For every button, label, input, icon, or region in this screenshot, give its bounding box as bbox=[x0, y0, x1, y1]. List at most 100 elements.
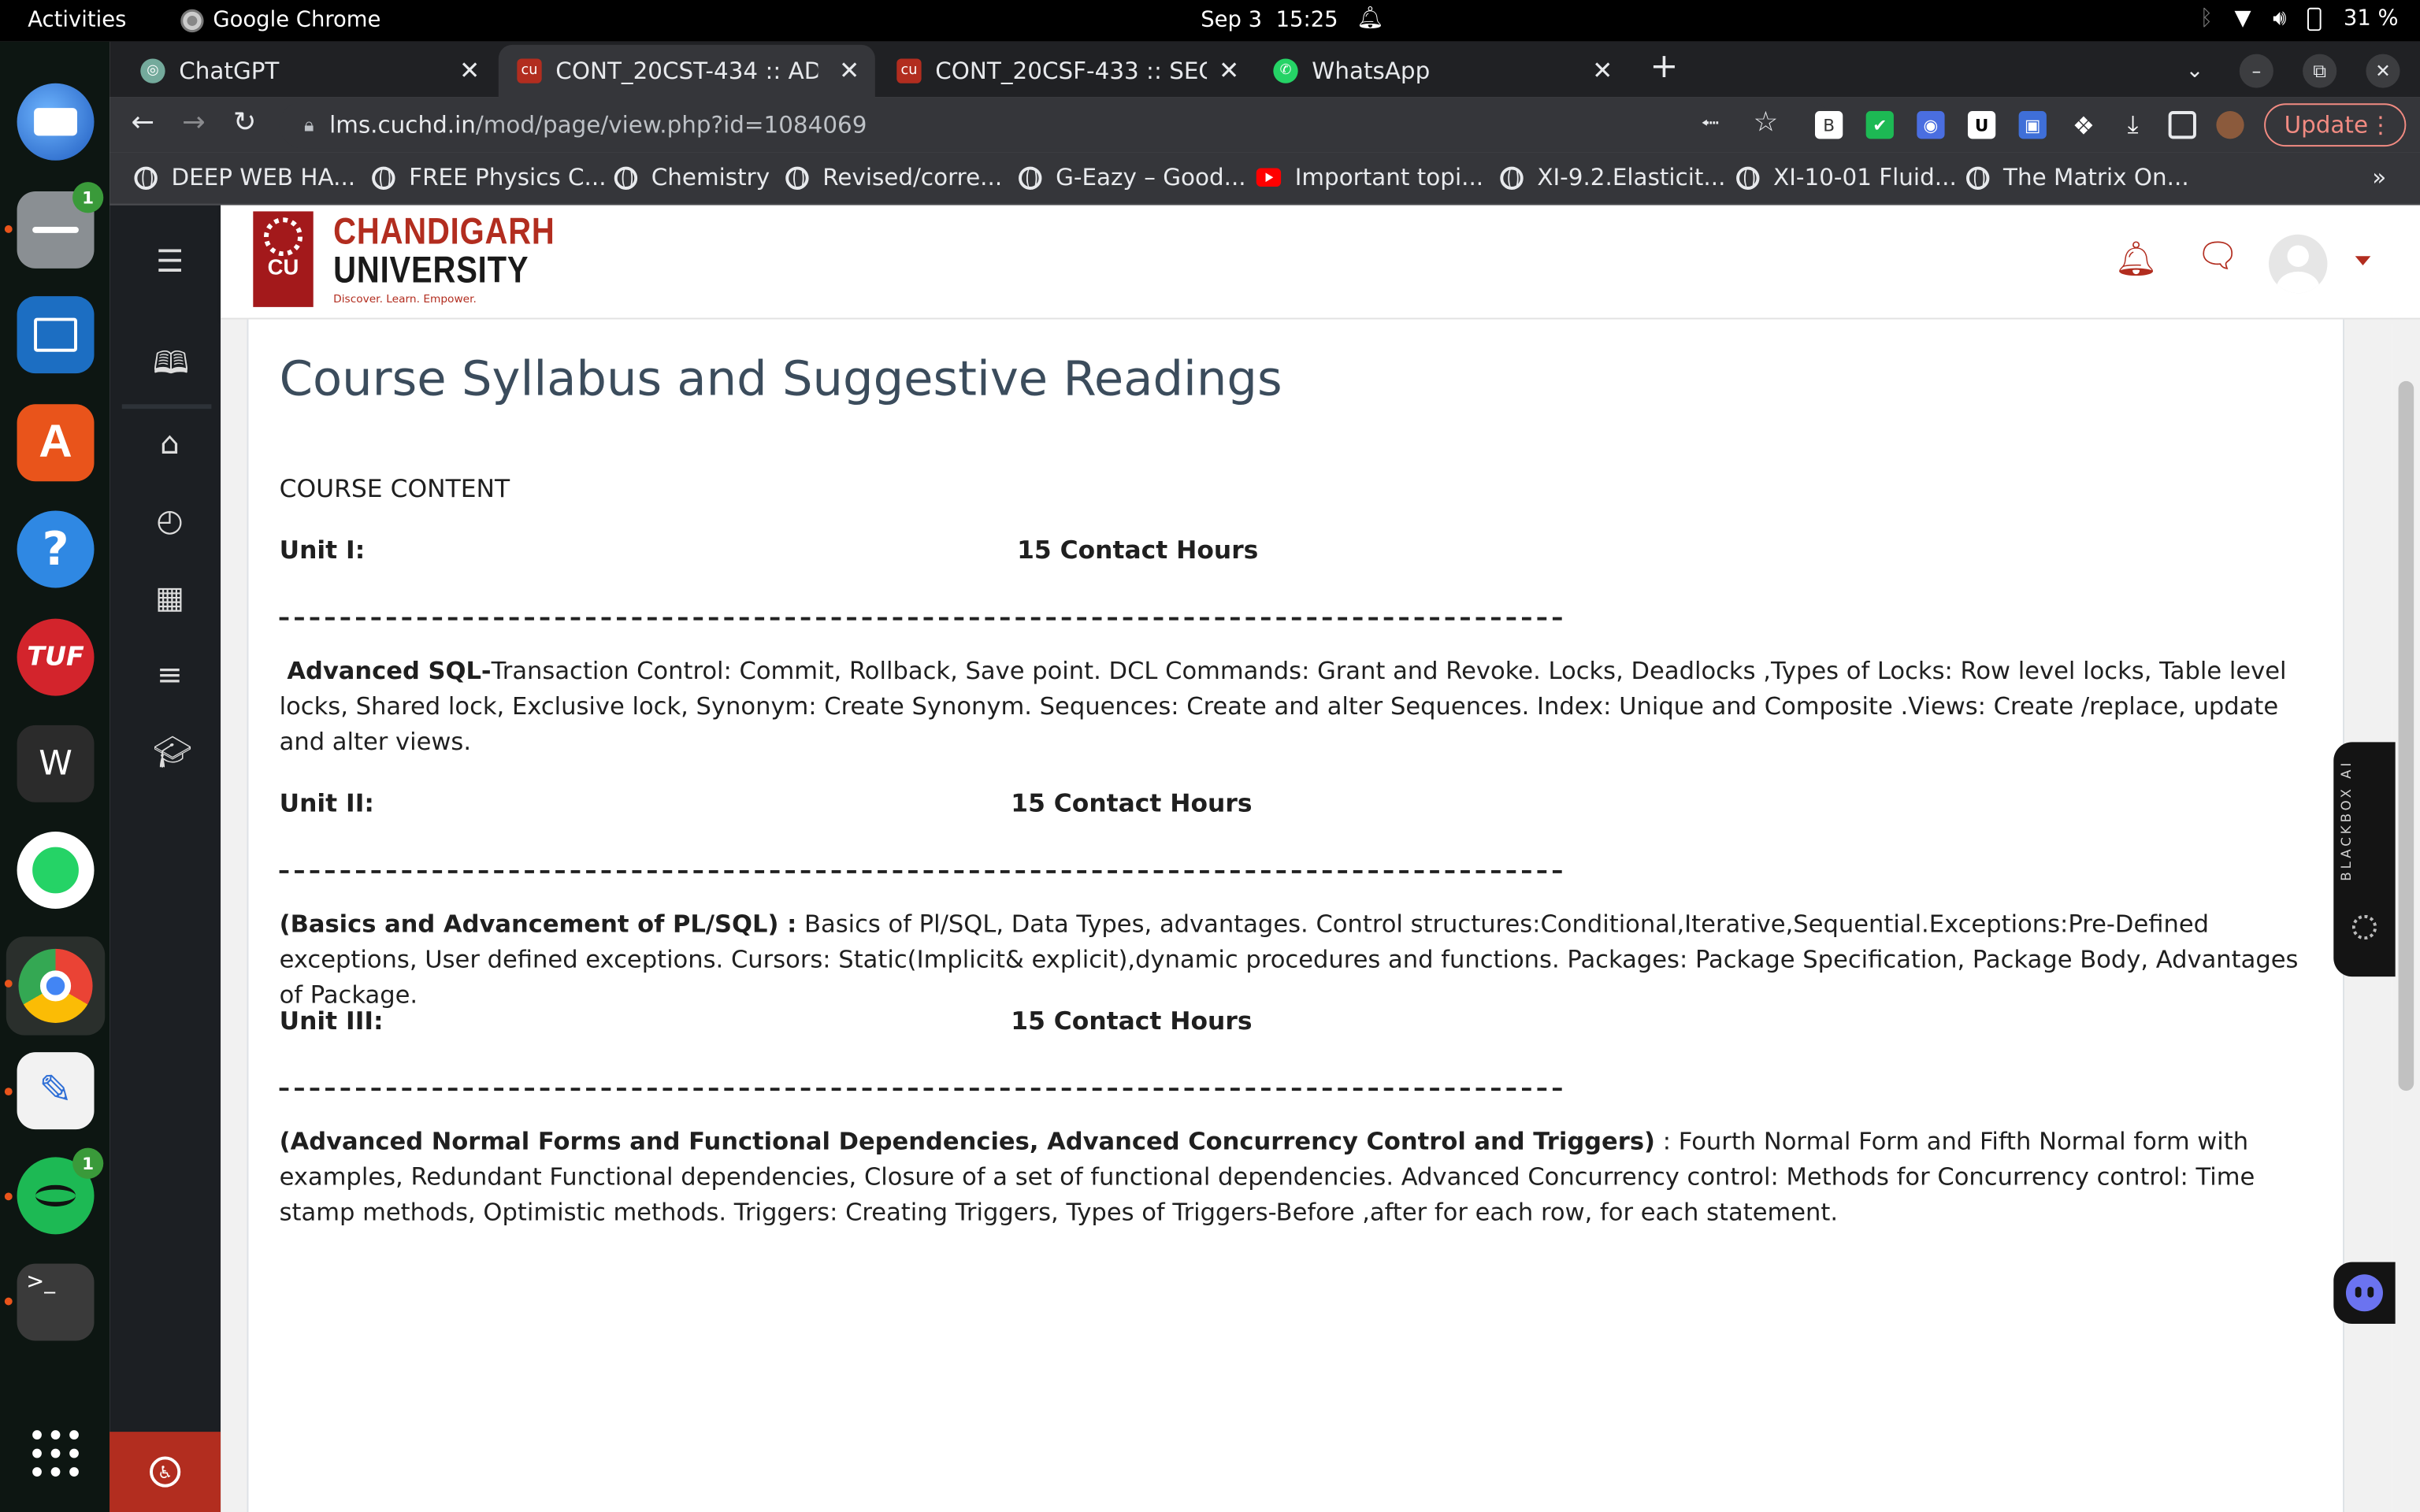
tab-cont-433[interactable]: cu CONT_20CSF-433 :: SECUR ✕ bbox=[878, 45, 1255, 98]
lms-nav-drawer: ☰ 🕮︎ ⌂ ◴ ▦ ≡ 🎓︎ ♿︎ bbox=[109, 205, 221, 1512]
system-tray[interactable]: ᛒ ▼ 🔊︎ 31 % bbox=[2200, 6, 2399, 31]
files-icon[interactable]: 1 bbox=[17, 182, 104, 269]
impress-icon[interactable] bbox=[17, 296, 95, 374]
unit-1-body: Transaction Control: Commit, Rollback, S… bbox=[279, 657, 2287, 757]
scrollbar-thumb[interactable] bbox=[2398, 380, 2414, 1091]
activities-button[interactable]: Activities bbox=[28, 8, 126, 32]
drawer-divider bbox=[121, 404, 212, 410]
unit-2-description: (Basics and Advancement of PL/SQL) : Bas… bbox=[280, 907, 2302, 1014]
notifications-bell-icon[interactable]: 🔔︎ bbox=[2114, 241, 2158, 280]
home-icon[interactable]: ⌂ bbox=[153, 424, 187, 461]
writer-icon[interactable]: W bbox=[17, 724, 95, 802]
battery-icon bbox=[2307, 6, 2322, 31]
user-avatar[interactable] bbox=[2269, 234, 2328, 294]
active-app-menu[interactable]: Google Chrome bbox=[180, 8, 380, 32]
terminal-icon[interactable]: >_ bbox=[17, 1263, 95, 1341]
unit-3-label: Unit III: bbox=[279, 1006, 384, 1036]
back-arrow-icon[interactable]: ← bbox=[132, 106, 155, 139]
profile-avatar-icon[interactable] bbox=[2216, 111, 2244, 139]
minimize-button[interactable]: – bbox=[2239, 54, 2273, 88]
bookmark-item[interactable]: DEEP WEB HA... bbox=[134, 164, 355, 191]
user-menu-caret-icon[interactable] bbox=[2355, 256, 2371, 265]
reload-icon[interactable]: ↻ bbox=[233, 106, 257, 139]
notification-bell-icon[interactable]: 🔔︎ bbox=[1357, 6, 1384, 31]
show-applications-icon[interactable] bbox=[17, 1415, 95, 1492]
chatbot-button[interactable] bbox=[2333, 1262, 2396, 1324]
spotify-badge: 1 bbox=[72, 1147, 104, 1179]
bookmark-item[interactable]: XI-10-01 Fluid... bbox=[1736, 164, 1957, 191]
tab-close-icon[interactable]: ✕ bbox=[839, 56, 859, 85]
bookmark-item[interactable]: Chemistry bbox=[614, 164, 770, 191]
course-book-icon[interactable]: 🕮︎ bbox=[153, 341, 189, 394]
url-path: /mod/page/view.php?id=1084069 bbox=[475, 111, 867, 139]
site-info-icon[interactable]: 🔒︎ bbox=[304, 113, 314, 136]
tab-whatsapp[interactable]: ✆ WhatsApp ✕ bbox=[1258, 45, 1628, 98]
app-center-icon[interactable]: A bbox=[17, 404, 95, 482]
downloads-icon[interactable]: ⤓ bbox=[2119, 109, 2147, 139]
messages-chat-icon[interactable]: 🗨︎ bbox=[2196, 238, 2240, 276]
share-icon[interactable]: ⭪ bbox=[1701, 106, 1720, 148]
unit-2-divider bbox=[279, 869, 1562, 876]
active-app-name: Google Chrome bbox=[213, 7, 381, 33]
extension-u-icon[interactable]: U bbox=[1967, 111, 1996, 139]
text-editor-running-indicator bbox=[4, 1088, 13, 1096]
bluetooth-icon: ᛒ bbox=[2199, 6, 2214, 32]
close-window-button[interactable]: ✕ bbox=[2366, 54, 2400, 88]
bookmark-label: Chemistry bbox=[651, 163, 770, 191]
globe-icon bbox=[1966, 165, 1990, 190]
logo-line1: CHANDIGARH bbox=[333, 211, 555, 254]
bookmark-item[interactable]: XI-9.2.Elasticit... bbox=[1500, 164, 1725, 191]
course-content-label: COURSE CONTENT bbox=[279, 473, 510, 503]
ubuntu-dock: 1 A ? TUF W ✎ 1 >_ bbox=[0, 41, 110, 1512]
tab-close-icon[interactable]: ✕ bbox=[459, 56, 480, 85]
tab-cont-434[interactable]: cu CONT_20CST-434 :: ADVA ✕ bbox=[498, 44, 875, 98]
graduation-cap-icon[interactable]: 🎓︎ bbox=[153, 733, 192, 770]
tuf-icon[interactable]: TUF bbox=[17, 618, 95, 696]
extension-window-icon[interactable]: ▣ bbox=[2018, 111, 2047, 139]
tab-search-icon[interactable]: ⌄ bbox=[2177, 54, 2211, 88]
tab-close-icon[interactable]: ✕ bbox=[1592, 56, 1613, 85]
tab-close-icon[interactable]: ✕ bbox=[1219, 56, 1239, 85]
side-panel-icon[interactable] bbox=[2168, 111, 2196, 139]
whatsapp-icon[interactable] bbox=[17, 832, 95, 909]
bookmark-label: DEEP WEB HA... bbox=[171, 163, 356, 191]
bookmark-item[interactable]: G-Eazy – Good... bbox=[1019, 164, 1246, 191]
cu-logo-emblem[interactable]: CU bbox=[253, 211, 314, 307]
unit-1-divider bbox=[279, 617, 1562, 624]
hamburger-menu-icon[interactable]: ☰ bbox=[153, 243, 187, 280]
youtube-icon bbox=[1256, 168, 1282, 187]
tab-chatgpt[interactable]: ◎ ChatGPT ✕ bbox=[109, 45, 496, 98]
blackbox-ai-tab[interactable]: BLACKBOX AI bbox=[2333, 742, 2396, 977]
accessibility-button[interactable]: ♿︎ bbox=[109, 1432, 221, 1512]
globe-icon bbox=[785, 165, 809, 190]
address-bar[interactable]: 🔒︎ lms.cuchd.in/mod/page/view.php?id=108… bbox=[279, 102, 1832, 149]
extension-shield-icon[interactable]: ✔ bbox=[1865, 111, 1894, 139]
calendar-icon[interactable]: ▦ bbox=[153, 579, 187, 616]
bookmark-star-icon[interactable]: ☆ bbox=[1754, 106, 1779, 139]
bookmark-item[interactable]: FREE Physics C... bbox=[372, 164, 607, 191]
thunderbird-icon[interactable] bbox=[17, 83, 95, 161]
maximize-button[interactable]: ⧉ bbox=[2303, 54, 2337, 88]
spotify-icon[interactable]: 1 bbox=[17, 1147, 104, 1235]
tab-title: WhatsApp bbox=[1312, 57, 1431, 85]
list-icon[interactable]: ≡ bbox=[153, 656, 187, 693]
update-button[interactable]: Update ⋮ bbox=[2264, 103, 2407, 147]
new-tab-button[interactable]: + bbox=[1650, 48, 1678, 87]
bookmark-item[interactable]: Important topi... bbox=[1256, 164, 1483, 191]
help-icon[interactable]: ? bbox=[17, 510, 95, 588]
forward-arrow-icon[interactable]: → bbox=[182, 106, 206, 139]
extension-b-icon[interactable]: B bbox=[1815, 111, 1843, 139]
chrome-icon[interactable] bbox=[6, 936, 106, 1036]
bookmark-item[interactable]: The Matrix On... bbox=[1966, 164, 2189, 191]
more-menu-icon[interactable]: ⋮ bbox=[2369, 111, 2392, 139]
bookmarks-overflow-icon[interactable]: » bbox=[2372, 164, 2386, 191]
bookmark-label: G-Eazy – Good... bbox=[1056, 163, 1246, 191]
extensions-puzzle-icon[interactable]: ❖ bbox=[2069, 110, 2097, 139]
dashboard-gauge-icon[interactable]: ◴ bbox=[153, 502, 187, 539]
extension-camera-icon[interactable]: ◉ bbox=[1917, 111, 1945, 139]
text-editor-icon[interactable]: ✎ bbox=[17, 1052, 95, 1130]
page-scrollbar[interactable] bbox=[2392, 319, 2420, 1512]
clock[interactable]: Sep 3 15:25 bbox=[1201, 8, 1338, 32]
unit-3-hours: 15 Contact Hours bbox=[1011, 1006, 1253, 1036]
bookmark-item[interactable]: Revised/corre... bbox=[785, 164, 1002, 191]
